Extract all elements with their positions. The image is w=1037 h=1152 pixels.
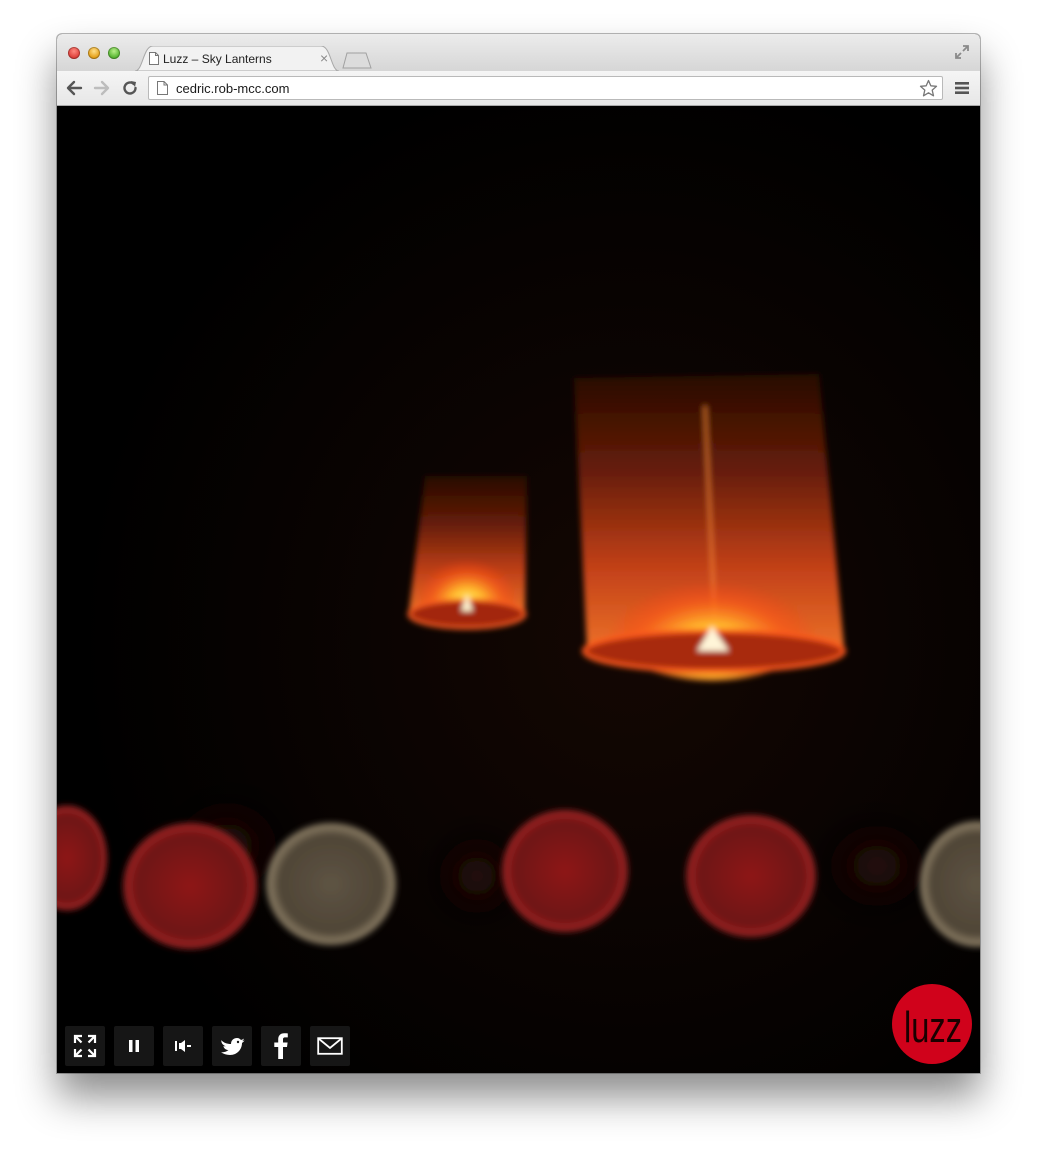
window-minimize-button[interactable] <box>88 47 100 59</box>
sky-lanterns-video-frame <box>57 106 980 1073</box>
volume-icon <box>175 1040 191 1052</box>
facebook-icon <box>274 1033 288 1059</box>
window-close-button[interactable] <box>68 47 80 59</box>
expand-window-icon[interactable] <box>954 44 970 60</box>
forward-arrow-icon[interactable] <box>93 79 111 97</box>
address-url[interactable]: cedric.rob-mcc.com <box>176 81 289 96</box>
reload-icon[interactable] <box>121 79 139 97</box>
title-bar: Luzz – Sky Lanterns × <box>57 34 980 71</box>
browser-window: Luzz – Sky Lanterns × cedric.rob-mcc.com… <box>57 34 980 1073</box>
fullscreen-button[interactable] <box>65 1026 105 1066</box>
hamburger-menu-icon[interactable] <box>955 81 969 95</box>
lantern-large <box>574 374 846 681</box>
pause-icon <box>129 1040 139 1052</box>
tab-active[interactable]: Luzz – Sky Lanterns × <box>135 46 339 71</box>
twitter-share-button[interactable] <box>212 1026 252 1066</box>
lantern-small <box>407 476 527 630</box>
back-arrow-icon[interactable] <box>65 79 83 97</box>
luzz-logo-text: luzz <box>904 1003 962 1052</box>
star-icon[interactable] <box>919 79 938 98</box>
page-icon <box>149 52 159 65</box>
facebook-share-button[interactable] <box>261 1026 301 1066</box>
twitter-bird-icon <box>221 1038 245 1055</box>
window-zoom-button[interactable] <box>108 47 120 59</box>
page-icon <box>157 81 168 95</box>
tab-close-icon[interactable]: × <box>320 50 328 66</box>
fullscreen-icon <box>73 1034 97 1058</box>
email-envelope-icon <box>317 1037 343 1055</box>
address-bar[interactable]: cedric.rob-mcc.com <box>148 76 943 100</box>
tab-title: Luzz – Sky Lanterns <box>163 52 272 66</box>
email-share-button[interactable] <box>310 1026 350 1066</box>
browser-toolbar: cedric.rob-mcc.com <box>57 71 980 106</box>
pause-button[interactable] <box>114 1026 154 1066</box>
video-viewport[interactable]: luzz <box>57 106 980 1073</box>
luzz-logo[interactable]: luzz <box>892 984 972 1064</box>
volume-button[interactable] <box>163 1026 203 1066</box>
new-tab-button[interactable] <box>342 51 372 69</box>
